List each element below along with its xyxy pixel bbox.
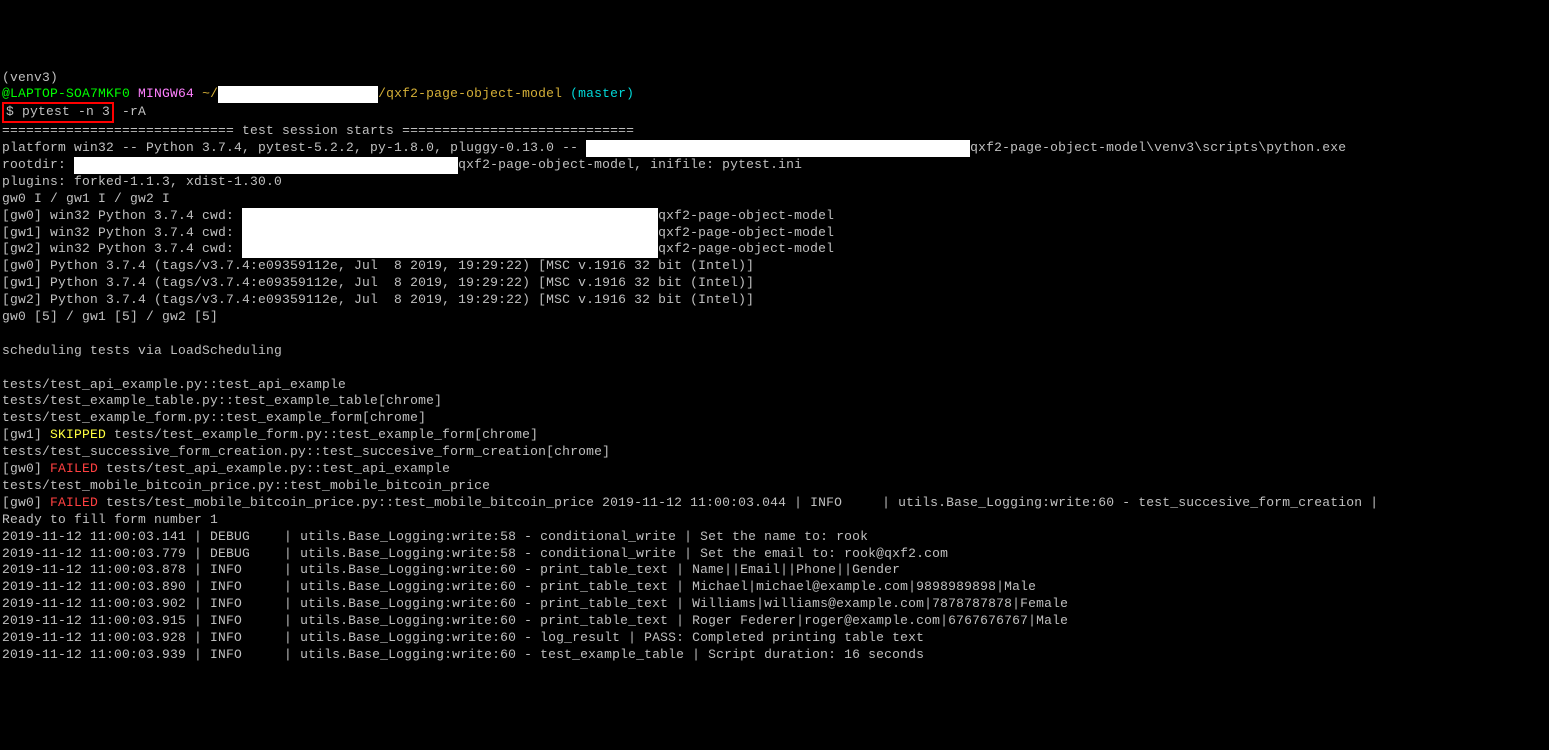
log-msg-7: utils.Base_Logging:write:60 - test_examp…: [300, 647, 924, 662]
skipped-label: SKIPPED: [50, 427, 106, 442]
prompt-path-prefix: ~/: [202, 86, 218, 101]
failed1-worker: [gw0]: [2, 461, 50, 476]
scheduling-line: scheduling tests via LoadScheduling: [2, 343, 282, 358]
highlight-command-box: $ pytest -n 3: [2, 102, 114, 123]
redacted-path-platform: ████████████████████████████████████████…: [586, 140, 970, 157]
log-msg-3: utils.Base_Logging:write:60 - print_tabl…: [300, 579, 1036, 594]
log-lvl-4: INFO: [210, 596, 284, 613]
log-lvl-7: INFO: [210, 647, 284, 664]
failed1-test: tests/test_api_example.py::test_api_exam…: [98, 461, 450, 476]
worker-cwd-0-tail: qxf2-page-object-model: [658, 208, 834, 223]
log-lvl-1: DEBUG: [210, 546, 284, 563]
failed2-test: tests/test_mobile_bitcoin_price.py::test…: [98, 495, 1378, 510]
log-ts-4: 2019-11-12 11:00:03.902: [2, 596, 186, 611]
log-ts-2: 2019-11-12 11:00:03.878: [2, 562, 186, 577]
platform-line-after: qxf2-page-object-model\venv3\scripts\pyt…: [970, 140, 1346, 155]
prompt-userhost: @LAPTOP-SOA7MKF0: [2, 86, 130, 101]
worker-cwd-1-tail: qxf2-page-object-model: [658, 225, 834, 240]
log-msg-5: utils.Base_Logging:write:60 - print_tabl…: [300, 613, 1068, 628]
worker-cwd-2-prefix: [gw2] win32 Python 3.7.4 cwd:: [2, 241, 242, 256]
python-version-0: [gw0] Python 3.7.4 (tags/v3.7.4:e0935911…: [2, 258, 754, 273]
rootdir-label: rootdir:: [2, 157, 74, 172]
terminal-output: (venv3) @LAPTOP-SOA7MKF0 MINGW64 ~/█████…: [2, 70, 1547, 664]
log-msg-2: utils.Base_Logging:write:60 - print_tabl…: [300, 562, 900, 577]
failed2-label: FAILED: [50, 495, 98, 510]
log-ts-0: 2019-11-12 11:00:03.141: [2, 529, 186, 544]
failed1-label: FAILED: [50, 461, 98, 476]
python-version-2: [gw2] Python 3.7.4 (tags/v3.7.4:e0935911…: [2, 292, 754, 307]
log-msg-1: utils.Base_Logging:write:58 - conditiona…: [300, 546, 948, 561]
failed2-worker: [gw0]: [2, 495, 50, 510]
python-version-1: [gw1] Python 3.7.4 (tags/v3.7.4:e0935911…: [2, 275, 754, 290]
redacted-rootdir: ████████████████████████████████████████…: [74, 157, 458, 174]
log-msg-4: utils.Base_Logging:write:60 - print_tabl…: [300, 596, 1068, 611]
redacted-cwd-0: ████████████████████████████████████████…: [242, 208, 658, 225]
venv-line: (venv3): [2, 70, 58, 85]
test-line-3: tests/test_example_form.py::test_example…: [2, 410, 426, 425]
log-lvl-6: INFO: [210, 630, 284, 647]
gw-counts: gw0 [5] / gw1 [5] / gw2 [5]: [2, 309, 218, 324]
test-line-5: tests/test_mobile_bitcoin_price.py::test…: [2, 478, 490, 493]
log-lvl-3: INFO: [210, 579, 284, 596]
log-lvl-0: DEBUG: [210, 529, 284, 546]
log-msg-0: utils.Base_Logging:write:58 - conditiona…: [300, 529, 868, 544]
test-line-4: tests/test_successive_form_creation.py::…: [2, 444, 610, 459]
log-ts-1: 2019-11-12 11:00:03.779: [2, 546, 186, 561]
worker-cwd-1-prefix: [gw1] win32 Python 3.7.4 cwd:: [2, 225, 242, 240]
worker-cwd-0-prefix: [gw0] win32 Python 3.7.4 cwd:: [2, 208, 242, 223]
ready-line: Ready to fill form number 1: [2, 512, 218, 527]
pytest-command: pytest -n 3: [22, 104, 110, 119]
log-ts-6: 2019-11-12 11:00:03.928: [2, 630, 186, 645]
prompt-shell: MINGW64: [138, 86, 194, 101]
log-ts-7: 2019-11-12 11:00:03.939: [2, 647, 186, 662]
redacted-cwd-1: ████████████████████████████████████████…: [242, 225, 658, 242]
prompt-path-visible: /qxf2-page-object-model: [378, 86, 562, 101]
log-lvl-2: INFO: [210, 562, 284, 579]
redacted-cwd-2: ████████████████████████████████████████…: [242, 241, 658, 258]
gw-init-line: gw0 I / gw1 I / gw2 I: [2, 191, 170, 206]
pytest-flags: -rA: [114, 104, 146, 119]
log-ts-3: 2019-11-12 11:00:03.890: [2, 579, 186, 594]
log-ts-5: 2019-11-12 11:00:03.915: [2, 613, 186, 628]
test-line-2: tests/test_example_table.py::test_exampl…: [2, 393, 442, 408]
session-header: ============================= test sessi…: [2, 123, 634, 138]
dollar-sign: $: [6, 104, 22, 119]
log-lvl-5: INFO: [210, 613, 284, 630]
log-msg-6: utils.Base_Logging:write:60 - log_result…: [300, 630, 924, 645]
skipped-test: tests/test_example_form.py::test_example…: [106, 427, 538, 442]
rootdir-after: qxf2-page-object-model, inifile: pytest.…: [458, 157, 802, 172]
redacted-path: ████████████████████: [218, 86, 378, 103]
test-line-1: tests/test_api_example.py::test_api_exam…: [2, 377, 346, 392]
skipped-worker: [gw1]: [2, 427, 50, 442]
worker-cwd-2-tail: qxf2-page-object-model: [658, 241, 834, 256]
plugins-line: plugins: forked-1.1.3, xdist-1.30.0: [2, 174, 282, 189]
platform-line-before: platform win32 -- Python 3.7.4, pytest-5…: [2, 140, 586, 155]
prompt-branch: (master): [570, 86, 634, 101]
